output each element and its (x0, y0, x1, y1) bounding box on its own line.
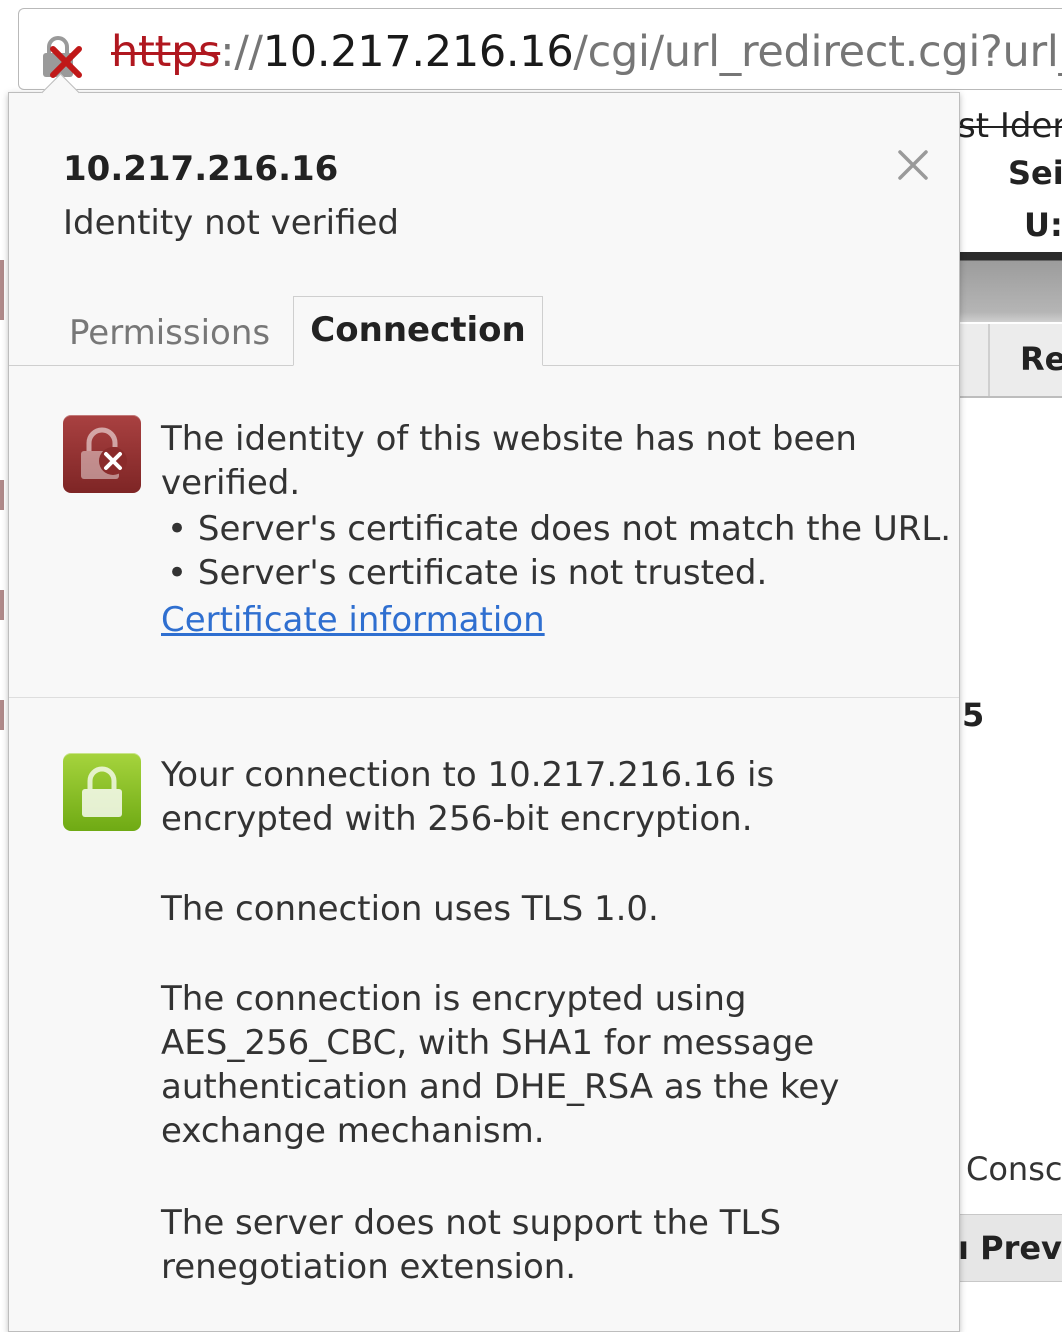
certificate-information-link[interactable]: Certificate information (161, 598, 545, 642)
site-hostname: 10.217.216.16 (63, 149, 339, 189)
url-separator: :// (220, 27, 263, 77)
table-header-cell[interactable]: Re (1020, 340, 1062, 378)
encryption-description: Your connection to 10.217.216.16 is encr… (161, 755, 775, 839)
url-text[interactable]: https://10.217.216.16/cgi/url_redirect.c… (111, 23, 1062, 81)
prev-button[interactable]: ı Prev (958, 1214, 1062, 1282)
url-host: 10.217.216.16 (262, 27, 574, 77)
lock-icon (63, 753, 141, 831)
page-edge-mark (0, 700, 4, 730)
page-toolbar-bar (958, 252, 1062, 322)
site-info-popup: 10.217.216.16 Identity not verified Perm… (8, 73, 960, 1332)
page-title-fragment: st Ider (958, 106, 1062, 146)
identity-bullet: • Server's certificate does not match th… (167, 509, 952, 549)
url-path: /cgi/url_redirect.cgi?url_r (573, 27, 1062, 77)
close-icon[interactable] (893, 145, 933, 185)
page-edge-mark (0, 260, 4, 320)
column-divider (988, 324, 990, 396)
cipher-description: The connection is encrypted using AES_25… (161, 979, 840, 1151)
section-divider (9, 697, 959, 698)
url-scheme: https (111, 27, 221, 77)
table-header: Re (958, 324, 1062, 398)
page-label-fragment: Sei (1008, 154, 1062, 192)
protocol-description: The connection uses TLS 1.0. (161, 889, 659, 929)
identity-status: Identity not verified (63, 203, 399, 243)
page-number-fragment: 5 (962, 696, 985, 734)
tab-permissions[interactable]: Permissions (69, 313, 270, 353)
background-page: st Ider Sei U: Re 5 Consc ı Prev (958, 92, 1062, 1320)
page-label-fragment: U: (1024, 206, 1062, 244)
page-edge-mark (0, 590, 4, 620)
tab-connection[interactable]: Connection (293, 296, 543, 366)
identity-message: The identity of this website has not bee… (161, 419, 857, 503)
renegotiation-description: The server does not support the TLS rene… (161, 1203, 782, 1287)
address-bar[interactable]: https://10.217.216.16/cgi/url_redirect.c… (18, 8, 1062, 90)
broken-lock-icon (63, 415, 141, 493)
identity-bullet: • Server's certificate is not trusted. (167, 553, 768, 593)
page-edge-mark (0, 480, 4, 510)
console-link-fragment[interactable]: Consc (966, 1150, 1062, 1188)
